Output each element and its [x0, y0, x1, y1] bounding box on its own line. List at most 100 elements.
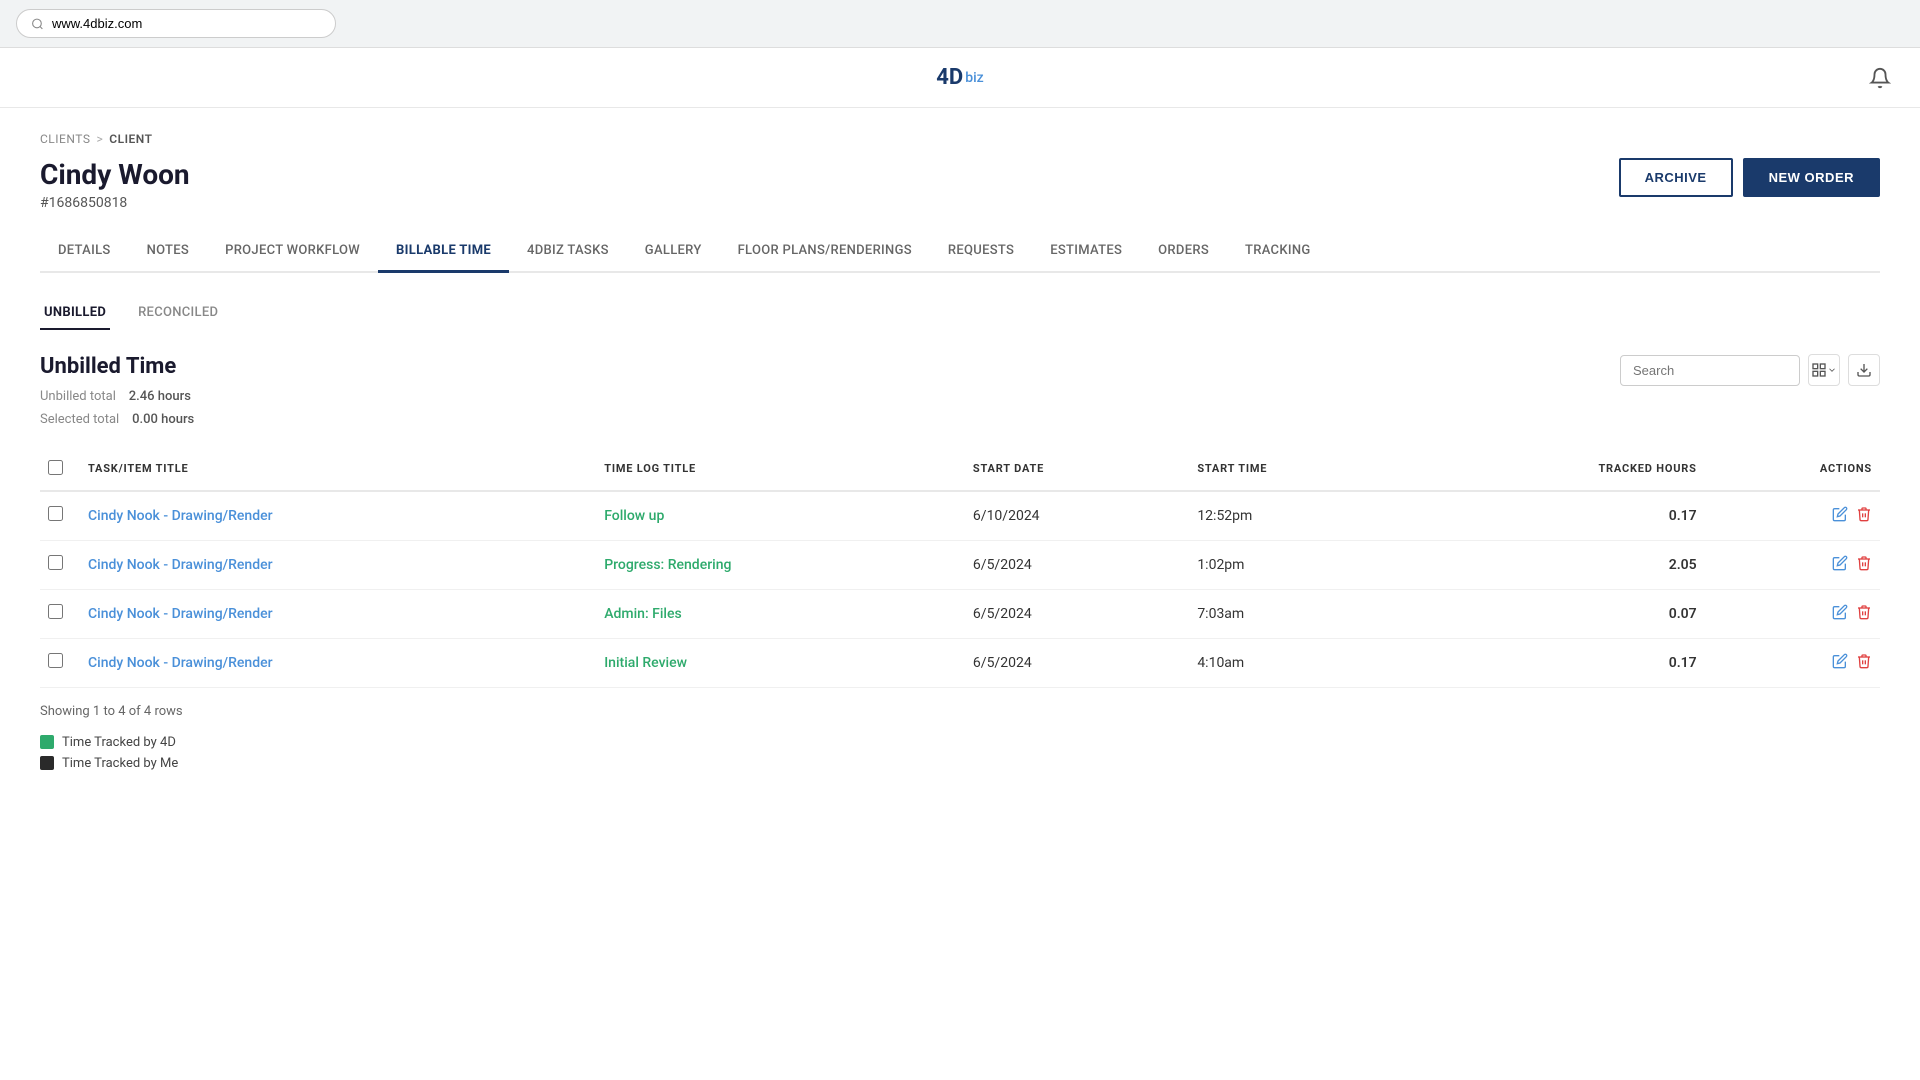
main-content: CLIENTS > CLIENT Cindy Woon #1686850818 … — [0, 108, 1920, 795]
logo-4d: 4D — [936, 65, 963, 90]
row-actions — [1705, 589, 1880, 638]
row-time-log-title: Progress: Rendering — [596, 540, 965, 589]
row-time-log-title: Follow up — [596, 491, 965, 541]
delete-button[interactable] — [1856, 653, 1872, 673]
breadcrumb-parent[interactable]: CLIENTS — [40, 132, 90, 146]
time-log-link[interactable]: Progress: Rendering — [604, 557, 731, 573]
search-icon — [31, 17, 44, 31]
row-start-date: 6/5/2024 — [965, 638, 1189, 687]
client-header: Cindy Woon #1686850818 ARCHIVE NEW ORDER — [40, 158, 1880, 211]
search-input[interactable] — [1620, 355, 1800, 386]
row-checkbox-cell — [40, 491, 80, 541]
selected-label: Selected total — [40, 412, 119, 427]
table-row: Cindy Nook - Drawing/Render Admin: Files… — [40, 589, 1880, 638]
legend: Time Tracked by 4D Time Tracked by Me — [40, 735, 1880, 771]
row-start-date: 6/5/2024 — [965, 540, 1189, 589]
legend-label-me: Time Tracked by Me — [62, 756, 178, 771]
row-start-time: 12:52pm — [1189, 491, 1410, 541]
delete-button[interactable] — [1856, 604, 1872, 624]
row-tracked-hours: 0.07 — [1411, 589, 1705, 638]
row-checkbox-2[interactable] — [48, 604, 63, 619]
row-start-time: 4:10am — [1189, 638, 1410, 687]
tab-requests[interactable]: REQUESTS — [930, 231, 1032, 273]
row-checkbox-1[interactable] — [48, 555, 63, 570]
table-controls — [1620, 354, 1880, 386]
row-checkbox-3[interactable] — [48, 653, 63, 668]
task-title-link[interactable]: Cindy Nook - Drawing/Render — [88, 557, 273, 573]
table-header: TASK/ITEM TITLE TIME LOG TITLE START DAT… — [40, 448, 1880, 491]
logo: 4D biz — [936, 65, 983, 90]
breadcrumb-current: CLIENT — [109, 132, 152, 146]
sub-tabs: UNBILLED RECONCILED — [40, 297, 1880, 330]
row-checkbox-cell — [40, 540, 80, 589]
legend-dot-me — [40, 756, 54, 770]
row-checkbox-cell — [40, 638, 80, 687]
row-checkbox-0[interactable] — [48, 506, 63, 521]
header-buttons: ARCHIVE NEW ORDER — [1619, 158, 1880, 197]
download-button[interactable] — [1848, 354, 1880, 386]
tab-gallery[interactable]: GALLERY — [627, 231, 720, 273]
tab-4dbiz_tasks[interactable]: 4DBIZ TASKS — [509, 231, 627, 273]
archive-button[interactable]: ARCHIVE — [1619, 158, 1733, 197]
selected-total: Selected total 0.00 hours — [40, 408, 194, 431]
edit-button[interactable] — [1832, 555, 1848, 575]
task-title-link[interactable]: Cindy Nook - Drawing/Render — [88, 606, 273, 622]
legend-label-4d: Time Tracked by 4D — [62, 735, 176, 750]
col-task-title: TASK/ITEM TITLE — [80, 448, 596, 491]
logo-biz: biz — [965, 70, 983, 86]
time-log-link[interactable]: Follow up — [604, 508, 664, 524]
row-start-date: 6/10/2024 — [965, 491, 1189, 541]
address-bar[interactable] — [16, 9, 336, 38]
tab-details[interactable]: DETAILS — [40, 231, 129, 273]
delete-button[interactable] — [1856, 506, 1872, 526]
time-log-link[interactable]: Initial Review — [604, 655, 687, 671]
unbilled-table: TASK/ITEM TITLE TIME LOG TITLE START DAT… — [40, 448, 1880, 688]
task-title-link[interactable]: Cindy Nook - Drawing/Render — [88, 655, 273, 671]
time-log-link[interactable]: Admin: Files — [604, 606, 681, 622]
url-input[interactable] — [52, 16, 321, 31]
task-title-link[interactable]: Cindy Nook - Drawing/Render — [88, 508, 273, 524]
breadcrumb-separator: > — [96, 132, 103, 146]
col-time-log-title: TIME LOG TITLE — [596, 448, 965, 491]
unbilled-total: Unbilled total 2.46 hours — [40, 385, 194, 408]
breadcrumb: CLIENTS > CLIENT — [40, 132, 1880, 146]
row-start-date: 6/5/2024 — [965, 589, 1189, 638]
table-row: Cindy Nook - Drawing/Render Progress: Re… — [40, 540, 1880, 589]
notification-icon[interactable] — [1864, 62, 1896, 94]
table-row: Cindy Nook - Drawing/Render Follow up 6/… — [40, 491, 1880, 541]
client-name: Cindy Woon — [40, 158, 190, 191]
row-actions — [1705, 540, 1880, 589]
tab-estimates[interactable]: ESTIMATES — [1032, 231, 1140, 273]
row-checkbox-cell — [40, 589, 80, 638]
row-task-title: Cindy Nook - Drawing/Render — [80, 638, 596, 687]
tab-notes[interactable]: NOTES — [129, 231, 208, 273]
select-all-checkbox[interactable] — [48, 460, 63, 475]
edit-button[interactable] — [1832, 506, 1848, 526]
tab-billable_time[interactable]: BILLABLE TIME — [378, 231, 509, 273]
section-header: Unbilled Time Unbilled total 2.46 hours … — [40, 354, 1880, 432]
section-meta: Unbilled total 2.46 hours Selected total… — [40, 385, 194, 432]
sub-tab-reconciled[interactable]: RECONCILED — [134, 297, 222, 330]
select-all-header — [40, 448, 80, 491]
row-time-log-title: Initial Review — [596, 638, 965, 687]
col-tracked-hours: TRACKED HOURS — [1411, 448, 1705, 491]
tab-tracking[interactable]: TRACKING — [1227, 231, 1329, 273]
app-header: 4D biz — [0, 48, 1920, 108]
section-title: Unbilled Time — [40, 354, 194, 379]
delete-button[interactable] — [1856, 555, 1872, 575]
unbilled-label: Unbilled total — [40, 389, 116, 404]
view-toggle-button[interactable] — [1808, 354, 1840, 386]
row-start-time: 1:02pm — [1189, 540, 1410, 589]
edit-button[interactable] — [1832, 653, 1848, 673]
sub-tab-unbilled[interactable]: UNBILLED — [40, 297, 110, 330]
new-order-button[interactable]: NEW ORDER — [1743, 158, 1880, 197]
legend-dot-4d — [40, 735, 54, 749]
edit-button[interactable] — [1832, 604, 1848, 624]
client-info: Cindy Woon #1686850818 — [40, 158, 190, 211]
legend-item-me: Time Tracked by Me — [40, 756, 1880, 771]
legend-item-4d: Time Tracked by 4D — [40, 735, 1880, 750]
tab-orders[interactable]: ORDERS — [1140, 231, 1227, 273]
row-task-title: Cindy Nook - Drawing/Render — [80, 540, 596, 589]
tab-project_workflow[interactable]: PROJECT WORKFLOW — [207, 231, 378, 273]
tab-floor_plans[interactable]: FLOOR PLANS/RENDERINGS — [720, 231, 930, 273]
